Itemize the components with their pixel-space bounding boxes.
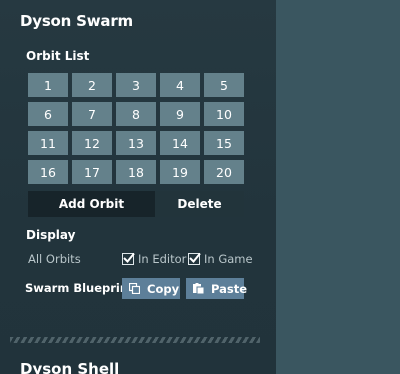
- dyson-swarm-panel: Dyson Swarm Orbit List 1 2 3 4 5 6 7 8 9…: [0, 0, 276, 374]
- orbit-button-13[interactable]: 13: [116, 131, 156, 155]
- orbit-button-6[interactable]: 6: [28, 102, 68, 126]
- in-game-label: In Game: [204, 252, 253, 266]
- orbit-button-14[interactable]: 14: [160, 131, 200, 155]
- orbit-button-16[interactable]: 16: [28, 160, 68, 184]
- orbit-button-11[interactable]: 11: [28, 131, 68, 155]
- orbit-button-19[interactable]: 19: [160, 160, 200, 184]
- orbit-button-20[interactable]: 20: [204, 160, 244, 184]
- dyson-shell-title: Dyson Shell: [20, 360, 120, 374]
- orbit-button-9[interactable]: 9: [160, 102, 200, 126]
- orbit-list-grid: 1 2 3 4 5 6 7 8 9 10 11 12 13 14 15 16 1…: [28, 73, 244, 184]
- orbit-list-label: Orbit List: [26, 49, 90, 63]
- paste-label: Paste: [211, 281, 248, 296]
- add-orbit-button[interactable]: Add Orbit: [28, 191, 155, 217]
- orbit-button-10[interactable]: 10: [204, 102, 244, 126]
- checkbox-check-icon: [188, 252, 201, 265]
- in-editor-checkbox[interactable]: In Editor: [122, 252, 186, 266]
- copy-icon: [129, 283, 140, 294]
- orbit-action-row: Add Orbit Delete: [28, 191, 244, 217]
- orbit-button-4[interactable]: 4: [160, 73, 200, 97]
- copy-label: Copy: [147, 281, 180, 296]
- orbit-button-5[interactable]: 5: [204, 73, 244, 97]
- background-view: [276, 0, 400, 374]
- section-divider: [10, 337, 260, 343]
- orbit-button-15[interactable]: 15: [204, 131, 244, 155]
- orbit-button-1[interactable]: 1: [28, 73, 68, 97]
- checkbox-check-icon: [122, 252, 135, 265]
- in-editor-label: In Editor: [138, 252, 187, 266]
- orbit-button-2[interactable]: 2: [72, 73, 112, 97]
- paste-blueprint-button[interactable]: Paste: [186, 278, 248, 299]
- orbit-button-18[interactable]: 18: [116, 160, 156, 184]
- app-root: Dyson Swarm Orbit List 1 2 3 4 5 6 7 8 9…: [0, 0, 400, 374]
- delete-orbit-button[interactable]: Delete: [155, 191, 244, 217]
- orbit-button-17[interactable]: 17: [72, 160, 112, 184]
- in-game-checkbox[interactable]: In Game: [188, 252, 253, 266]
- copy-blueprint-button[interactable]: Copy: [122, 278, 180, 299]
- display-label: Display: [26, 228, 76, 242]
- orbit-button-8[interactable]: 8: [116, 102, 156, 126]
- swarm-blueprint-label: Swarm Blueprint: [25, 281, 134, 295]
- orbit-button-7[interactable]: 7: [72, 102, 112, 126]
- all-orbits-label: All Orbits: [28, 252, 81, 266]
- orbit-button-12[interactable]: 12: [72, 131, 112, 155]
- panel-title: Dyson Swarm: [20, 12, 133, 30]
- orbit-button-3[interactable]: 3: [116, 73, 156, 97]
- paste-icon: [193, 283, 204, 294]
